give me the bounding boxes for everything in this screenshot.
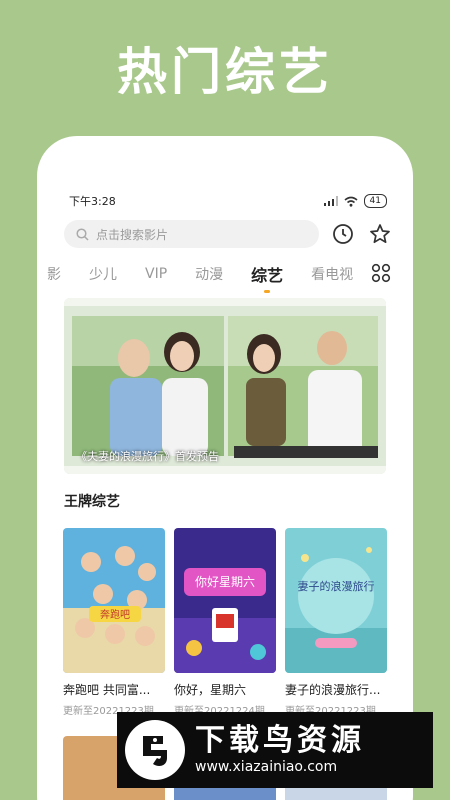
- list-item[interactable]: 奔跑吧 奔跑吧 共同富... 更新至20221223期: [63, 528, 165, 717]
- tab-kids[interactable]: 少儿: [89, 264, 117, 284]
- poster-image: 奔跑吧: [63, 528, 165, 673]
- poster-text: 妻子的浪漫旅行: [298, 579, 375, 593]
- list-item[interactable]: 妻子的浪漫旅行 妻子的浪漫旅行... 更新至20221223期: [285, 528, 387, 717]
- favorites-button[interactable]: [367, 221, 393, 247]
- watermark-url: www.xiazainiao.com: [195, 759, 338, 775]
- poster-image: 妻子的浪漫旅行: [285, 528, 387, 673]
- card-title: 奔跑吧 共同富...: [63, 683, 151, 697]
- signal-icon: [323, 196, 338, 206]
- featured-banner[interactable]: 《夫妻的浪漫旅行》首发预告: [64, 298, 386, 474]
- grid-icon: [371, 263, 391, 283]
- poster-text: 你好星期六: [195, 575, 255, 589]
- tab-variety[interactable]: 综艺: [251, 262, 283, 293]
- status-bar: 下午3:28 41: [69, 193, 387, 209]
- clock-icon: [333, 224, 353, 244]
- watermark: 下载鸟资源 www.xiazainiao.com: [117, 712, 433, 788]
- search-input[interactable]: 点击搜索影片: [64, 220, 319, 248]
- all-categories-button[interactable]: [371, 263, 391, 287]
- card-title: 妻子的浪漫旅行...: [285, 683, 381, 697]
- search-icon: [76, 227, 89, 241]
- tab-partial[interactable]: 影: [47, 264, 61, 284]
- battery-indicator: 41: [363, 194, 387, 208]
- list-item[interactable]: 你好星期六 你好，星期六 更新至20221224期: [174, 528, 276, 717]
- bird-logo-icon: [125, 720, 185, 780]
- star-icon: [370, 224, 390, 244]
- poster-text: 奔跑吧: [100, 608, 130, 621]
- card-title: 你好，星期六: [174, 683, 247, 697]
- promo-title: 热门综艺: [117, 43, 333, 101]
- banner-caption: 《夫妻的浪漫旅行》首发预告: [76, 450, 219, 463]
- variety-list: 奔跑吧 奔跑吧 共同富... 更新至20221223期 你好星期六 你好，星期六: [63, 528, 389, 717]
- search-placeholder: 点击搜索影片: [96, 227, 169, 242]
- tab-vip[interactable]: VIP: [145, 266, 167, 282]
- watermark-name: 下载鸟资源: [195, 723, 365, 758]
- status-time: 下午3:28: [69, 195, 116, 208]
- poster-image: 你好星期六: [174, 528, 276, 673]
- wifi-icon: [344, 196, 358, 207]
- category-tabs: 影 少儿 VIP 动漫 综艺 看电视: [47, 261, 403, 293]
- history-button[interactable]: [330, 221, 356, 247]
- section-title: 王牌综艺: [64, 494, 120, 510]
- tab-anime[interactable]: 动漫: [195, 264, 223, 284]
- phone-frame: 下午3:28 41 点击搜索影片 影 少儿 VIP 动漫 综艺 看电视 《夫妻的…: [37, 136, 413, 800]
- tab-tv[interactable]: 看电视: [311, 264, 353, 284]
